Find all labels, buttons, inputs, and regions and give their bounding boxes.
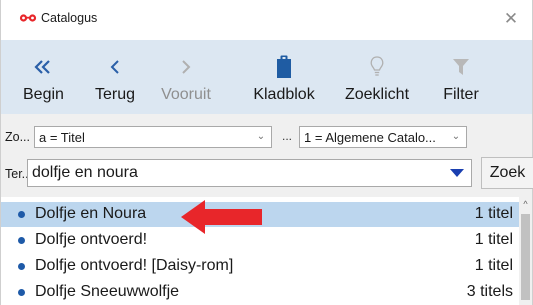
result-count: 3 titels — [466, 283, 513, 300]
search-field-value: a = Titel — [39, 130, 85, 145]
catalog-value: 1 = Algemene Catalo... — [304, 130, 436, 145]
search-input-text: dolfje en noura — [32, 164, 138, 181]
catalog-select[interactable]: 1 = Algemene Catalo... ⌄ — [299, 126, 467, 148]
bullet-icon — [18, 289, 25, 296]
toolbar-label: Vooruit — [161, 86, 211, 103]
funnel-icon — [453, 59, 469, 75]
lightbulb-icon — [370, 56, 384, 76]
result-count: 1 titel — [474, 257, 513, 274]
result-title: Dolfje en Noura — [35, 205, 147, 222]
chevron-down-icon: ⌄ — [451, 131, 461, 142]
clipboard-icon — [277, 55, 291, 78]
list-item[interactable]: Dolfje ontvoerd! [Daisy-rom] 1 titel — [1, 254, 519, 279]
toolbar-label: Zoeklicht — [344, 86, 410, 103]
result-title: Dolfje ontvoerd! [Daisy-rom] — [35, 257, 234, 274]
result-count: 1 titel — [474, 205, 513, 222]
red-arrow-annotation — [181, 200, 262, 234]
result-title: Dolfje Sneeuwwolfje — [35, 283, 180, 300]
chevron-down-icon: ⌄ — [256, 131, 266, 142]
chevron-left-icon — [110, 60, 119, 74]
filter-button[interactable]: Filter — [437, 40, 485, 114]
search-input[interactable]: dolfje en noura — [27, 159, 472, 187]
results-list: Dolfje en Noura 1 titel Dolfje ontvoerd!… — [1, 197, 532, 305]
begin-button[interactable]: Begin — [23, 40, 64, 114]
toolbar-label: Terug — [94, 86, 136, 103]
close-button[interactable]: ✕ — [498, 6, 524, 32]
field-label: Zo... — [5, 130, 31, 144]
catalogus-window: Catalogus ✕ Begin Terug Vooruit Kladblok… — [0, 0, 533, 305]
chevron-right-icon — [182, 60, 191, 74]
toolbar-label: Filter — [443, 86, 479, 103]
search-field-select[interactable]: a = Titel ⌄ — [34, 126, 272, 148]
bullet-icon — [18, 211, 25, 218]
toolbar-label: Begin — [23, 86, 64, 103]
zoeklicht-button[interactable]: Zoeklicht — [336, 40, 418, 114]
bullet-icon — [18, 263, 25, 270]
title-bar: Catalogus ✕ — [1, 0, 532, 40]
scroll-up-button[interactable]: ^ — [519, 197, 532, 211]
scroll-thumb[interactable] — [521, 214, 530, 300]
kladblok-button[interactable]: Kladblok — [248, 40, 320, 114]
toolbar: Begin Terug Vooruit Kladblok Zoeklicht F… — [1, 40, 532, 114]
result-title: Dolfje ontvoerd! — [35, 231, 148, 248]
vertical-scrollbar[interactable]: ^ — [519, 197, 532, 305]
forward-button[interactable]: Vooruit — [157, 40, 215, 114]
result-count: 1 titel — [474, 231, 513, 248]
bullet-icon — [18, 237, 25, 244]
dropdown-triangle-icon[interactable] — [447, 164, 467, 182]
back-button[interactable]: Terug — [91, 40, 139, 114]
window-title: Catalogus — [41, 11, 98, 25]
zoek-button[interactable]: Zoek — [481, 157, 533, 189]
double-chevron-left-icon — [34, 60, 50, 74]
list-item[interactable]: Dolfje Sneeuwwolfje 3 titels — [1, 280, 519, 305]
options-ellipsis-button[interactable]: ... — [280, 126, 294, 148]
toolbar-label: Kladblok — [253, 86, 315, 103]
glasses-icon — [19, 14, 37, 22]
